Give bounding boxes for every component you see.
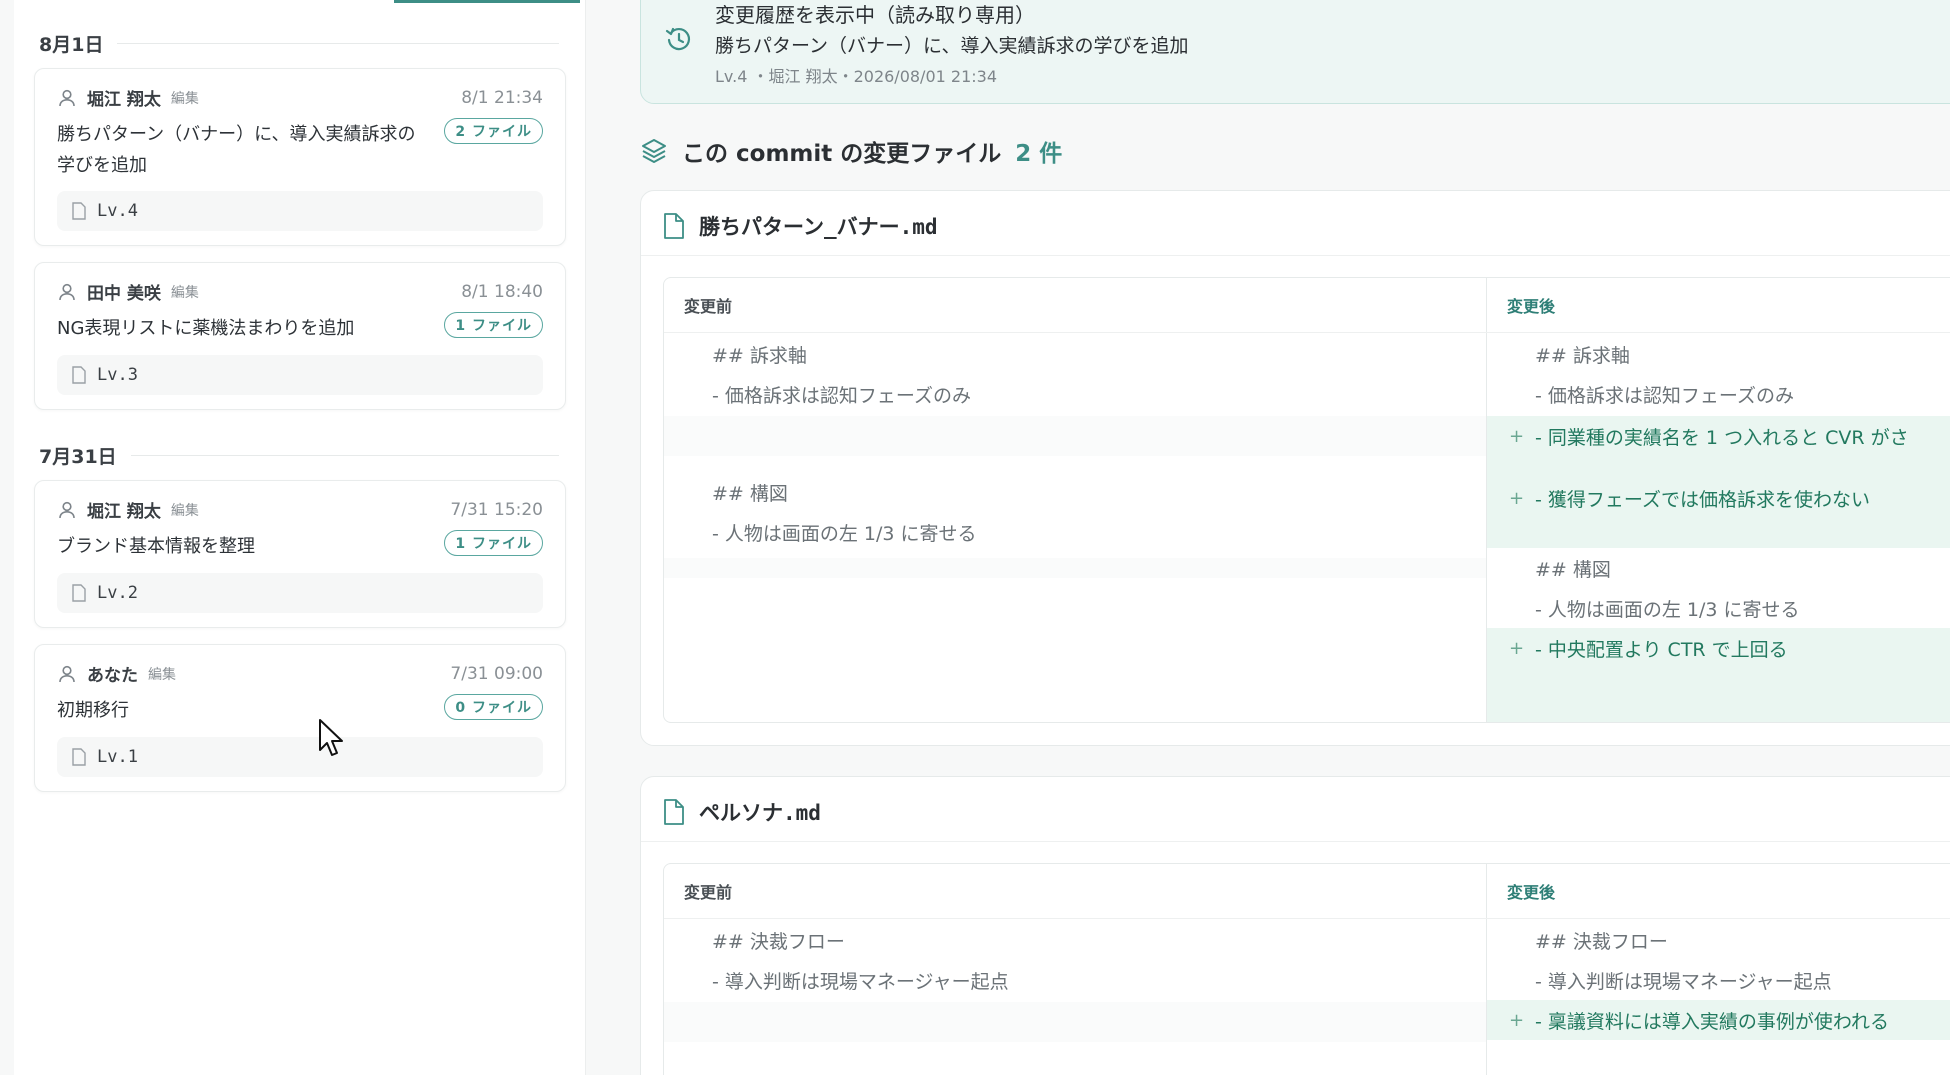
commit-action: 編集 [170, 502, 199, 519]
user-icon [59, 283, 75, 300]
after-column-header: 変更後 [1507, 883, 1556, 902]
diff-line-before: ## 構図 [712, 482, 788, 505]
commit-author: 堀江 翔太 [87, 502, 161, 522]
diff-line-blank [664, 558, 1486, 578]
diff-line-before: - 導入判断は現場マネージャー起点 [712, 970, 1009, 993]
level-chip: Lv.4 [57, 191, 543, 231]
date-group-header: 7月31日 [39, 442, 559, 469]
before-column-header: 変更前 [684, 297, 733, 316]
file-count-badge: 0 ファイル [444, 694, 543, 720]
commit-time: 8/1 18:40 [461, 281, 543, 302]
file-count-badge: 2 ファイル [444, 118, 543, 144]
level-label: Lv.1 [97, 747, 138, 767]
user-icon [59, 89, 75, 106]
diff-line-after: ## 決裁フロー [1487, 920, 1950, 960]
commit-detail-panel: 変更履歴を表示中（読み取り専用） 勝ちパターン（バナー）に、導入実績訴求の学びを… [586, 0, 1950, 1075]
level-label: Lv.3 [97, 365, 138, 385]
diff-line-added: + - 中央配置より CTR で上回る [1487, 628, 1950, 668]
commit-action: 編集 [170, 90, 199, 107]
level-chip: Lv.1 [57, 737, 543, 777]
commit-author: 田中 美咲 [87, 284, 161, 304]
commit-card[interactable]: 田中 美咲 編集 8/1 18:40 NG表現リストに薬機法まわりを追加 1 フ… [34, 262, 566, 410]
level-chip: Lv.3 [57, 355, 543, 395]
level-label: Lv.4 [97, 201, 138, 221]
commit-message: NG表現リストに薬機法まわりを追加 [57, 318, 355, 339]
date-label: 7月31日 [39, 446, 117, 468]
file-count-badge: 1 ファイル [444, 530, 543, 556]
commit-action: 編集 [170, 284, 199, 301]
banner-title: 変更履歴を表示中（読み取り専用） [715, 3, 1035, 27]
commit-author: あなた [87, 666, 138, 686]
commit-action: 編集 [148, 666, 176, 683]
commit-card[interactable]: 堀江 翔太 編集 7/31 15:20 ブランド基本情報を整理 1 ファイル L… [34, 480, 566, 628]
after-column-header: 変更後 [1507, 297, 1556, 316]
file-name: 勝ちパターン_バナー.md [699, 215, 938, 239]
file-diff-panel: 勝ちパターン_バナー.md 変更前 変更後 ## 訴求軸 - 価格訴求は認知フェ… [640, 190, 1950, 746]
diff-view: 変更前 変更後 ## 決裁フロー - 導入判断は現場マネージャー起点 ## 決裁… [663, 863, 1950, 1075]
readonly-banner: 変更履歴を表示中（読み取り専用） 勝ちパターン（バナー）に、導入実績訴求の学びを… [640, 0, 1950, 104]
diff-line-before: ## 訴求軸 [712, 344, 807, 367]
changed-files-header: この commit の変更ファイル 2 件 [640, 134, 1062, 168]
diff-line-added: + - 獲得フェーズでは価格訴求を使わない [1487, 458, 1950, 538]
file-title[interactable]: 勝ちパターン_バナー.md [663, 211, 938, 241]
file-diff-panel: ペルソナ.md 変更前 変更後 ## 決裁フロー - 導入判断は現場マネージャー… [640, 776, 1950, 1075]
diff-line-blank [664, 1002, 1486, 1042]
history-icon [665, 27, 691, 51]
document-icon [72, 584, 86, 602]
commit-time: 8/1 21:34 [461, 87, 543, 108]
date-label: 8月1日 [39, 34, 104, 56]
file-name: ペルソナ.md [699, 801, 821, 825]
document-icon [664, 799, 684, 825]
commit-time: 7/31 15:20 [450, 499, 543, 520]
diff-line-after: ## 訴求軸 [1487, 334, 1950, 374]
file-count-badge: 1 ファイル [444, 312, 543, 338]
document-icon [72, 366, 86, 384]
commit-card[interactable]: 堀江 翔太 編集 8/1 21:34 勝ちパターン（バナー）に、導入実績訴求の学… [34, 68, 566, 246]
commit-card[interactable]: あなた 編集 7/31 09:00 初期移行 0 ファイル Lv.1 [34, 644, 566, 792]
diff-line-after: - 価格訴求は認知フェーズのみ [1487, 374, 1950, 414]
diff-view: 変更前 変更後 ## 訴求軸 - 価格訴求は認知フェーズのみ ## 構図 - 人… [663, 277, 1950, 723]
diff-line-after: - 導入判断は現場マネージャー起点 [1487, 960, 1950, 1000]
file-title[interactable]: ペルソナ.md [663, 797, 821, 827]
diff-line-before: - 価格訴求は認知フェーズのみ [712, 384, 971, 407]
diff-line-added: + - 稟議資料には導入実績の事例が使われる [1487, 1000, 1950, 1040]
layers-icon [642, 139, 666, 163]
diff-line-before: - 人物は画面の左 1/3 に寄せる [712, 522, 977, 545]
document-icon [72, 202, 86, 220]
commit-message: ブランド基本情報を整理 [57, 536, 255, 557]
document-icon [72, 748, 86, 766]
user-icon [59, 501, 75, 518]
commit-message: 初期移行 [57, 700, 129, 721]
commit-message: 勝ちパターン（バナー）に、導入実績訴求の学びを追加 [57, 124, 416, 176]
date-group-header: 8月1日 [39, 30, 559, 57]
active-tab-indicator [394, 0, 580, 3]
level-chip: Lv.2 [57, 573, 543, 613]
diff-line-before: ## 決裁フロー [712, 930, 845, 953]
file-count: 2 件 [1015, 141, 1063, 167]
diff-line-after: - 人物は画面の左 1/3 に寄せる [1487, 588, 1950, 628]
user-icon [59, 665, 75, 682]
diff-line-added: + - 同業種の実績名を 1 つ入れると CVR がさ [1487, 416, 1950, 456]
section-title: この commit の変更ファイル [682, 141, 1002, 167]
document-icon [664, 213, 684, 239]
before-column-header: 変更前 [684, 883, 733, 902]
diff-line-blank [664, 416, 1486, 456]
banner-meta: Lv.4 ・堀江 翔太・2026/08/01 21:34 [715, 67, 997, 86]
commit-time: 7/31 09:00 [450, 663, 543, 684]
level-label: Lv.2 [97, 583, 138, 603]
commit-author: 堀江 翔太 [87, 90, 161, 110]
diff-line-after: ## 構図 [1487, 548, 1950, 588]
banner-message: 勝ちパターン（バナー）に、導入実績訴求の学びを追加 [715, 35, 1189, 57]
commit-history-sidebar: 8月1日 堀江 翔太 編集 8/1 21:34 勝ちパターン（バナー）に、導入実… [14, 0, 586, 1075]
mouse-cursor-icon [319, 719, 343, 756]
